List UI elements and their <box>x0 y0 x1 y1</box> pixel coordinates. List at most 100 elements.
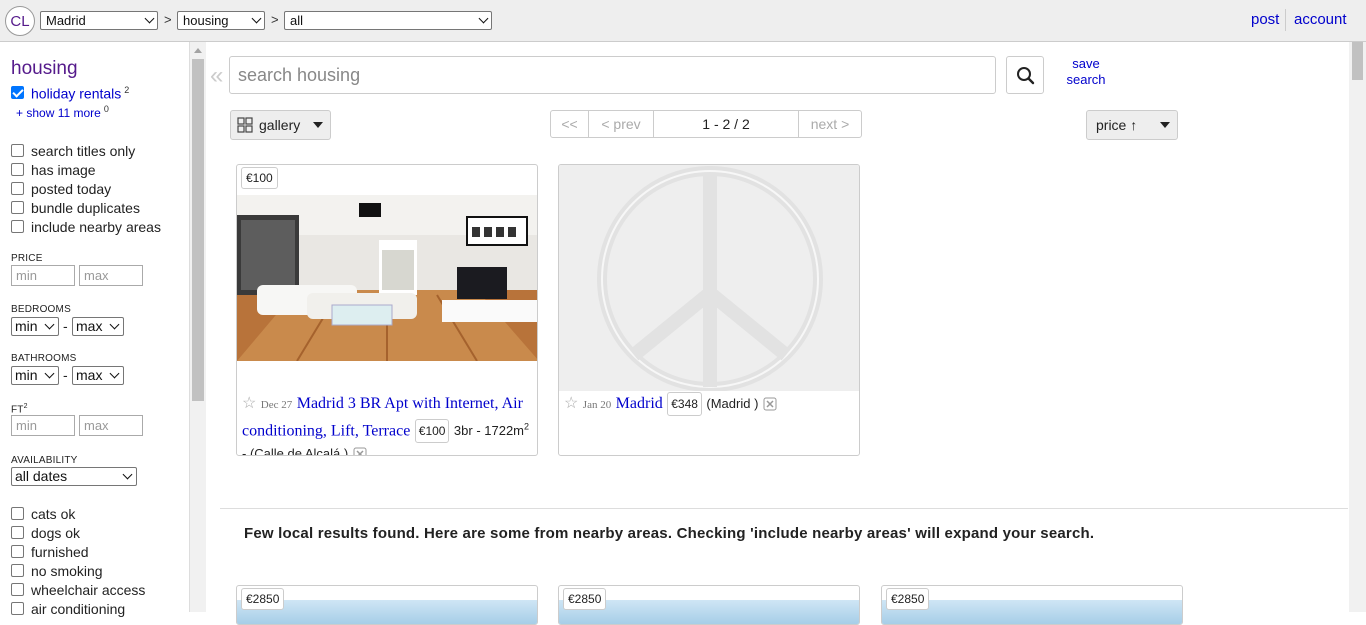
sqft-label: FT2 <box>11 403 28 415</box>
chevron-down-icon <box>478 13 489 24</box>
sort-label: price ↑ <box>1096 117 1138 133</box>
top-bar: CL Madrid > housing > all post account <box>0 0 1366 42</box>
amenity-label: no smoking <box>31 563 103 579</box>
price-badge: €2850 <box>241 588 285 610</box>
select-value: min <box>15 318 38 334</box>
bathrooms-label: BATHROOMS <box>11 353 77 364</box>
save-search-link[interactable]: save search <box>1062 56 1110 88</box>
post-link[interactable]: post <box>1251 11 1279 28</box>
has-image-checkbox[interactable] <box>11 163 24 176</box>
favorite-star-icon[interactable]: ☆ <box>242 395 256 412</box>
posted-today-checkbox[interactable] <box>11 182 24 195</box>
dogs-ok-checkbox[interactable] <box>11 526 24 539</box>
select-value: max <box>76 367 103 383</box>
price-badge: €100 <box>241 167 278 189</box>
bathrooms-min-select[interactable]: min <box>11 366 59 385</box>
amenity-label: dogs ok <box>31 525 81 541</box>
min-price-input[interactable]: min <box>11 265 75 286</box>
scroll-up-icon[interactable] <box>194 48 202 53</box>
chevron-down-icon <box>44 368 55 379</box>
amenity-label: wheelchair access <box>31 582 146 598</box>
chevron-down-icon <box>44 319 55 330</box>
max-price-placeholder: max <box>84 268 109 283</box>
holiday-rentals-checkbox[interactable] <box>11 86 24 99</box>
sidebar-scrollbar[interactable] <box>190 42 206 612</box>
header-divider <box>1285 9 1286 31</box>
listing-title-link[interactable]: Madrid <box>616 395 663 412</box>
price-badge: €2850 <box>886 588 930 610</box>
show-more-link[interactable]: + show 11 more 0 <box>16 104 109 120</box>
page-scrollbar-thumb[interactable] <box>1352 42 1363 80</box>
nearby-listing-card[interactable]: €2850 <box>236 585 538 625</box>
price-label: PRICE <box>11 253 43 264</box>
range-dash: - <box>63 367 68 383</box>
prev-page-button[interactable]: < prev <box>589 111 653 137</box>
category-select[interactable]: housing <box>177 11 265 30</box>
account-link[interactable]: account <box>1294 11 1347 28</box>
search-icon <box>1017 67 1035 85</box>
amenity-label: furnished <box>31 544 89 560</box>
bathrooms-max-select[interactable]: max <box>72 366 124 385</box>
furnished-checkbox[interactable] <box>11 545 24 558</box>
search-titles-only-checkbox[interactable] <box>11 144 24 157</box>
no-smoking-checkbox[interactable] <box>11 564 24 577</box>
max-sqft-input[interactable]: max <box>79 415 143 436</box>
cats-ok-checkbox[interactable] <box>11 507 24 520</box>
search-button[interactable] <box>1006 56 1044 94</box>
availability-label: AVAILABILITY <box>11 455 78 466</box>
chevron-down-icon <box>144 13 155 24</box>
page-scrollbar[interactable] <box>1349 42 1366 612</box>
page-range: 1 - 2 / 2 <box>702 116 750 132</box>
caret-down-icon <box>1160 122 1170 128</box>
bundle-duplicates-checkbox[interactable] <box>11 201 24 214</box>
amenity-label: cats ok <box>31 506 76 522</box>
sidebar-scrollbar-thumb[interactable] <box>192 59 204 401</box>
hide-listing-icon[interactable] <box>763 396 777 418</box>
bedrooms-min-select[interactable]: min <box>11 317 59 336</box>
range-dash: - <box>63 318 68 334</box>
listing-card[interactable]: ☆ Jan 20 Madrid €348 (Madrid ) <box>558 164 860 456</box>
air-conditioning-checkbox[interactable] <box>11 602 24 615</box>
nearby-listing-card[interactable]: €2850 <box>881 585 1183 625</box>
breadcrumb-separator: > <box>164 12 172 27</box>
sidebar-title[interactable]: housing <box>11 58 78 80</box>
first-page-button[interactable]: << <box>551 111 588 137</box>
subcategory-select[interactable]: all <box>284 11 492 30</box>
listing-info: ☆ Jan 20 Madrid €348 (Madrid ) <box>564 392 859 418</box>
bedrooms-max-select[interactable]: max <box>72 317 124 336</box>
hide-listing-icon[interactable] <box>353 446 367 455</box>
max-price-input[interactable]: max <box>79 265 143 286</box>
wheelchair-access-checkbox[interactable] <box>11 583 24 596</box>
min-sqft-input[interactable]: min <box>11 415 75 436</box>
listing-price: €100 <box>414 419 450 444</box>
select-value: max <box>76 318 103 334</box>
listing-card[interactable]: €100 ☆ Dec 27 Madrid 3 BR Apt with Inter… <box>236 164 538 456</box>
craigslist-logo[interactable]: CL <box>5 6 35 36</box>
collapse-sidebar-icon[interactable]: « <box>210 62 223 90</box>
chevron-down-icon <box>109 319 120 330</box>
category-link[interactable]: holiday rentals 2 <box>31 85 129 102</box>
listing-details-sup: 2 <box>524 422 530 432</box>
ft-label-text: FT <box>11 404 24 416</box>
listing-details: 3br - 1722m2 <box>454 422 530 438</box>
caret-down-icon <box>313 122 323 128</box>
city-select-value: Madrid <box>46 13 86 28</box>
search-input[interactable]: search housing <box>229 56 996 94</box>
placeholder-peace-image[interactable] <box>559 165 860 391</box>
nearby-results-notice: Few local results found. Here are some f… <box>244 525 1095 542</box>
availability-select[interactable]: all dates <box>11 467 137 486</box>
city-select[interactable]: Madrid <box>40 11 158 30</box>
min-sqft-placeholder: min <box>16 418 37 433</box>
include-nearby-checkbox[interactable] <box>11 220 24 233</box>
category-label: holiday rentals <box>31 85 122 102</box>
option-label: include nearby areas <box>31 219 161 235</box>
sort-dropdown[interactable]: price ↑ <box>1086 110 1178 140</box>
ft-label-sup: 2 <box>23 403 28 410</box>
listing-location: - (Calle de Alcalá ) <box>242 446 349 456</box>
next-page-button[interactable]: next > <box>799 111 861 137</box>
listing-photo[interactable] <box>237 195 538 361</box>
nearby-listing-card[interactable]: €2850 <box>558 585 860 625</box>
view-mode-dropdown[interactable]: gallery <box>230 110 331 140</box>
favorite-star-icon[interactable]: ☆ <box>564 395 578 412</box>
chevron-down-icon <box>122 469 133 480</box>
